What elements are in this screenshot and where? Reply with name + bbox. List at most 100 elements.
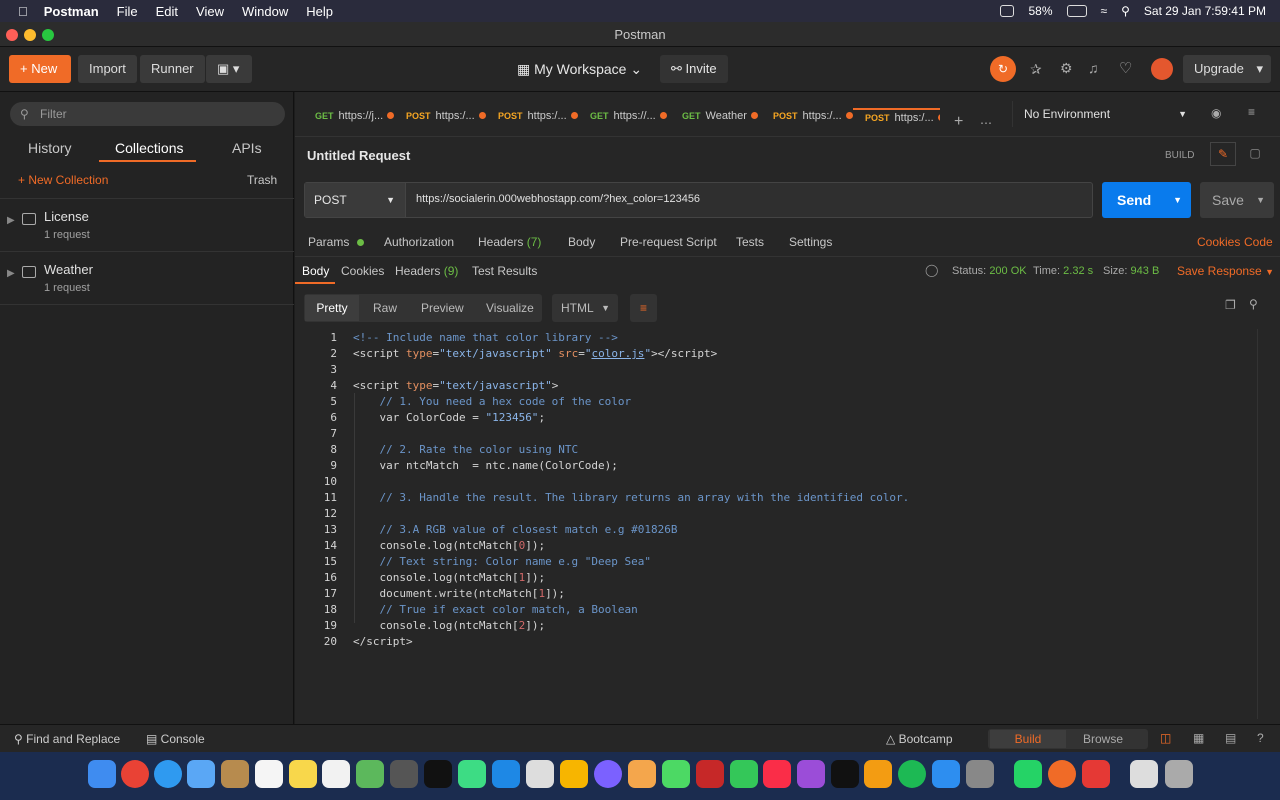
facetime-icon[interactable] xyxy=(730,760,758,788)
photo-booth-icon[interactable] xyxy=(696,760,724,788)
tree-icon[interactable]: ▤ xyxy=(1225,731,1236,745)
save-response-button[interactable]: Save Response ▼ xyxy=(1177,264,1274,278)
menu-window[interactable]: Window xyxy=(242,4,288,19)
podcasts-icon[interactable] xyxy=(797,760,825,788)
chevron-right-icon[interactable]: ▶ xyxy=(7,215,15,226)
trash-button[interactable]: Trash xyxy=(247,173,277,187)
photos-icon[interactable] xyxy=(628,760,656,788)
console-button[interactable]: ▤ Console xyxy=(146,732,205,746)
invite-button[interactable]: ⚯ Invite xyxy=(660,55,728,83)
request-tab-5[interactable]: GET Weather xyxy=(682,110,758,138)
editor-scrollbar[interactable] xyxy=(1257,329,1267,719)
env-settings-icon[interactable]: ≡ xyxy=(1248,105,1255,119)
wrap-lines-icon[interactable]: ≡ xyxy=(630,294,657,322)
calculator-icon[interactable] xyxy=(390,760,418,788)
find-replace-button[interactable]: ⚲ Find and Replace xyxy=(14,732,120,746)
heart-icon[interactable]: ♡ xyxy=(1119,59,1132,77)
new-button[interactable]: + New xyxy=(9,55,71,83)
resp-tab-body[interactable]: Body xyxy=(302,264,329,278)
view-preview[interactable]: Preview xyxy=(421,301,464,315)
import-button[interactable]: Import xyxy=(78,55,137,83)
collection-license[interactable]: ▶ License 1 request xyxy=(0,199,294,252)
battery-icon[interactable] xyxy=(1066,5,1087,17)
tab-params[interactable]: Params xyxy=(308,235,364,249)
tab-pre-request-script[interactable]: Pre-request Script xyxy=(620,235,717,249)
request-tab-6[interactable]: POST https:/... xyxy=(773,110,853,138)
siri-icon[interactable] xyxy=(594,760,622,788)
script-editor-icon[interactable] xyxy=(526,760,554,788)
copy-icon[interactable]: ❐ xyxy=(1225,298,1236,312)
request-tab-2[interactable]: POST https:/... xyxy=(406,110,486,138)
vscode-icon[interactable] xyxy=(492,760,520,788)
request-tab-3[interactable]: POST https:/... xyxy=(498,110,578,138)
request-tab-4[interactable]: GET https://... xyxy=(590,110,667,138)
cookies-link[interactable]: Cookies xyxy=(1197,235,1240,249)
search-icon[interactable]: ⚲ xyxy=(1249,297,1258,311)
code-editor[interactable]: 1 <!-- Include name that color library --… xyxy=(295,327,1280,657)
globe-icon[interactable]: ◯ xyxy=(925,263,938,277)
apple-icon[interactable]:  xyxy=(18,4,28,19)
maps-icon[interactable] xyxy=(356,760,384,788)
document-icon[interactable] xyxy=(1130,760,1158,788)
postman-icon[interactable] xyxy=(1048,760,1076,788)
music-icon[interactable] xyxy=(763,760,791,788)
calendar-icon[interactable] xyxy=(255,760,283,788)
layout-icon[interactable]: ▦ xyxy=(1193,731,1204,745)
build-mode-button[interactable]: Build xyxy=(990,730,1066,748)
books-icon[interactable] xyxy=(864,760,892,788)
reminders-icon[interactable] xyxy=(322,760,350,788)
system-preferences-icon[interactable] xyxy=(966,760,994,788)
method-select[interactable]: POST ▼ xyxy=(305,183,406,217)
zoom-window-button[interactable] xyxy=(42,29,54,41)
upgrade-button[interactable]: Upgrade ▾ xyxy=(1183,55,1271,83)
safari-icon[interactable] xyxy=(154,760,182,788)
settings-icon[interactable]: ⚙ xyxy=(1060,60,1073,77)
wifi-icon[interactable]: ≈ xyxy=(1101,4,1108,18)
menu-file[interactable]: File xyxy=(117,4,138,19)
send-button[interactable]: Send ▼ xyxy=(1102,182,1191,218)
tab-collections[interactable]: Collections xyxy=(115,140,183,156)
finder-icon[interactable] xyxy=(88,760,116,788)
tab-body[interactable]: Body xyxy=(568,235,595,249)
sync-icon[interactable]: ↻ xyxy=(990,56,1016,82)
satellite-icon[interactable]: ✰ xyxy=(1030,61,1042,78)
anydesk-icon[interactable] xyxy=(1082,760,1110,788)
url-input[interactable]: https://socialerin.000webhostapp.com/?he… xyxy=(416,193,700,205)
format-select[interactable]: HTML ▼ xyxy=(552,294,618,322)
clock[interactable]: Sat 29 Jan 7:59:41 PM xyxy=(1144,4,1266,18)
chrome-icon[interactable] xyxy=(121,760,149,788)
mail-icon[interactable] xyxy=(187,760,215,788)
menu-help[interactable]: Help xyxy=(306,4,333,19)
eye-icon[interactable]: ◉ xyxy=(1211,106,1221,120)
environment-select[interactable]: No Environment ▼ xyxy=(1012,101,1195,127)
chevron-down-icon[interactable]: ▼ xyxy=(1173,182,1182,218)
bootcamp-button[interactable]: △ Bootcamp xyxy=(886,732,953,746)
comments-icon[interactable]: ▢ xyxy=(1242,142,1268,166)
app-menu[interactable]: Postman xyxy=(44,4,99,19)
workspace-switcher[interactable]: ▦ My Workspace ⌄ xyxy=(517,61,642,78)
edit-icon[interactable]: ✎ xyxy=(1210,142,1236,166)
tab-apis[interactable]: APIs xyxy=(232,140,262,156)
resp-tab-test-results[interactable]: Test Results xyxy=(472,264,537,278)
request-tab-1[interactable]: GET https://j... xyxy=(315,110,395,138)
view-raw[interactable]: Raw xyxy=(373,301,397,315)
search-icon[interactable]: ⚲ xyxy=(1121,4,1130,18)
filter-input[interactable]: ⚲ Filter xyxy=(10,102,285,126)
messages-icon[interactable] xyxy=(662,760,690,788)
trash-icon[interactable] xyxy=(1165,760,1193,788)
new-window-button[interactable]: ▣ ▾ xyxy=(206,55,252,83)
resp-tab-headers[interactable]: Headers (9) xyxy=(395,264,458,278)
menu-view[interactable]: View xyxy=(196,4,224,19)
resp-tab-cookies[interactable]: Cookies xyxy=(341,264,384,278)
tab-headers[interactable]: Headers (7) xyxy=(478,235,541,249)
view-pretty[interactable]: Pretty xyxy=(305,295,359,321)
contacts-icon[interactable] xyxy=(221,760,249,788)
apple-tv-icon[interactable] xyxy=(831,760,859,788)
terminal-icon[interactable] xyxy=(424,760,452,788)
whatsapp-icon[interactable] xyxy=(1014,760,1042,788)
menu-edit[interactable]: Edit xyxy=(156,4,178,19)
tab-tests[interactable]: Tests xyxy=(736,235,764,249)
chevron-down-icon[interactable]: ▼ xyxy=(1256,182,1265,218)
sketch-icon[interactable] xyxy=(560,760,588,788)
bell-icon[interactable]: ♫ xyxy=(1088,60,1099,76)
